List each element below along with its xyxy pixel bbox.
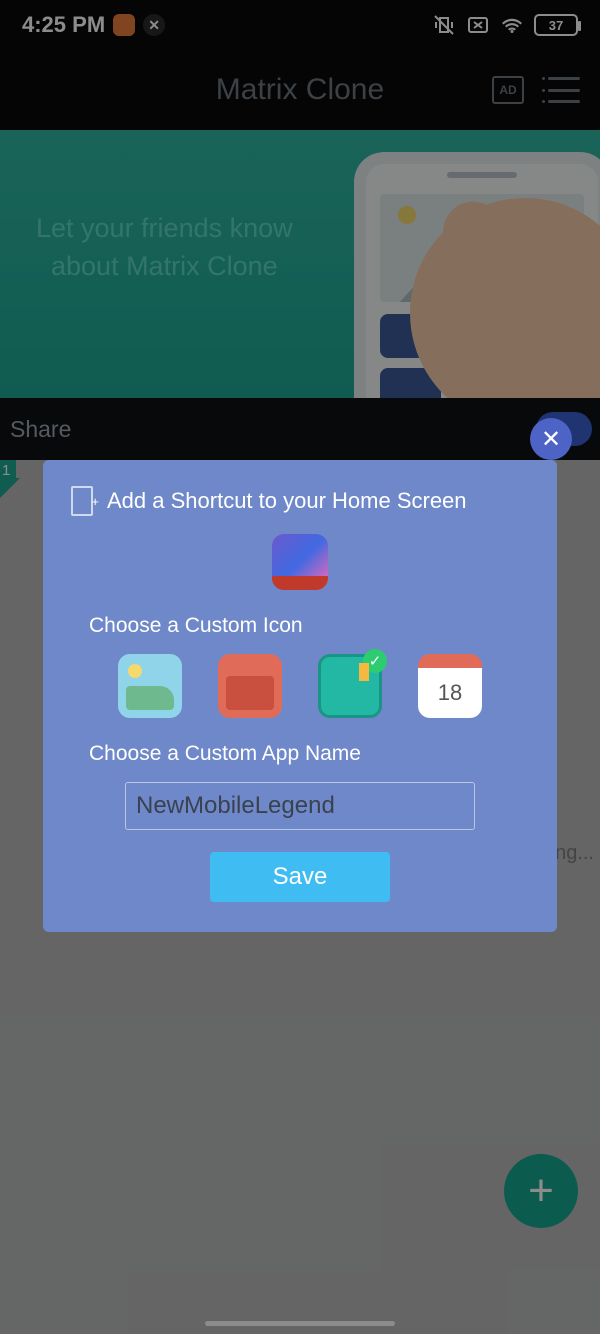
icon-option-notebook[interactable]: ✓ — [318, 654, 382, 718]
wifi-icon — [500, 13, 524, 37]
app-name-input[interactable] — [125, 782, 475, 830]
vibrate-off-icon — [432, 13, 456, 37]
icon-option-calendar[interactable]: 18 — [418, 654, 482, 718]
menu-list-icon[interactable] — [548, 77, 580, 103]
ad-badge-icon[interactable]: AD — [492, 76, 524, 104]
battery-icon: 37 — [534, 14, 578, 36]
save-button[interactable]: Save — [210, 852, 390, 902]
home-indicator[interactable] — [205, 1321, 395, 1326]
promo-banner: Let your friends know about Matrix Clone — [0, 130, 600, 398]
shortcut-icon — [71, 486, 93, 516]
choose-icon-label: Choose a Custom Icon — [89, 614, 529, 638]
check-icon: ✓ — [363, 649, 387, 673]
add-shortcut-modal: Add a Shortcut to your Home Screen FIGHT… — [43, 460, 557, 932]
banner-line2: about Matrix Clone — [36, 248, 293, 286]
choose-name-label: Choose a Custom App Name — [89, 742, 529, 766]
banner-line1: Let your friends know — [36, 210, 293, 248]
modal-title: Add a Shortcut to your Home Screen — [107, 488, 467, 514]
status-round-icon: ✕ — [143, 14, 165, 36]
app-thumbnail: FIGHTERS'97 — [272, 534, 328, 590]
app-title: Matrix Clone — [216, 73, 384, 107]
add-fab-button[interactable]: + — [504, 1154, 578, 1228]
app-header: Matrix Clone AD — [0, 50, 600, 130]
icon-option-wallet[interactable] — [218, 654, 282, 718]
status-app-indicator-icon — [113, 14, 135, 36]
icon-option-gallery[interactable] — [118, 654, 182, 718]
status-time: 4:25 PM — [22, 12, 105, 38]
status-bar: 4:25 PM ✕ 37 — [0, 0, 600, 50]
network-box-icon — [466, 13, 490, 37]
